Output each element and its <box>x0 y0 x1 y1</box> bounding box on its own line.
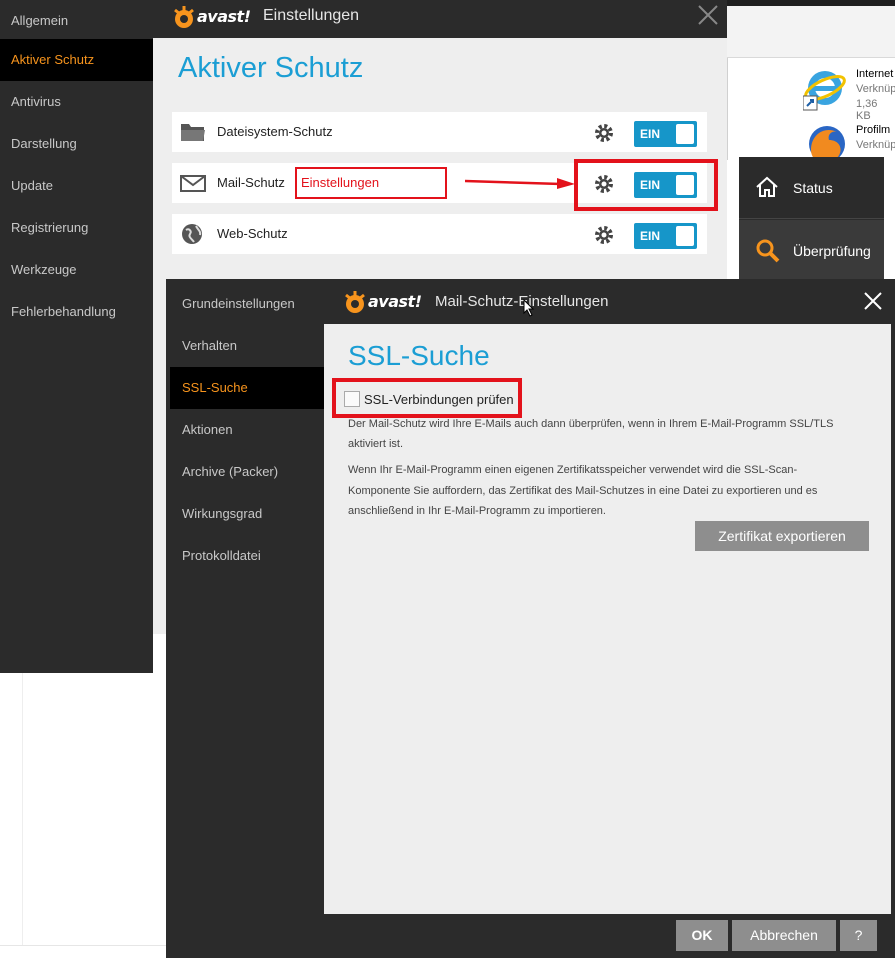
shield-label: Mail-Schutz <box>217 175 285 190</box>
shield-label: Dateisystem-Schutz <box>217 124 333 139</box>
dialog-nav-protokolldatei[interactable]: Protokolldatei <box>170 535 324 577</box>
column-divider <box>22 673 23 945</box>
shield-label: Web-Schutz <box>217 226 288 241</box>
annotation-highlight-box <box>574 159 718 211</box>
dialog-nav-archive[interactable]: Archive (Packer) <box>170 451 324 493</box>
file-name[interactable]: Internet <box>856 68 893 80</box>
dialog-nav-ssl-suche[interactable]: SSL-Suche <box>170 367 324 409</box>
export-certificate-button[interactable]: Zertifikat exportieren <box>695 521 869 551</box>
nav-scan-label: Überprüfung <box>793 243 871 259</box>
avast-wordmark: avast! <box>368 291 422 311</box>
sidebar-item-registrierung[interactable]: Registrierung <box>0 207 153 249</box>
annotation-arrow <box>464 176 577 190</box>
avast-ball-icon <box>342 289 366 313</box>
file-size: 1,36 KB <box>856 98 878 122</box>
avast-logo: avast! <box>171 4 251 28</box>
close-icon[interactable] <box>697 4 719 26</box>
description-text: aktiviert ist. <box>348 438 404 450</box>
file-type: Verknüp <box>856 139 895 151</box>
nav-status-label: Status <box>793 180 833 196</box>
description-text: anschließend in Ihr E-Mail-Programm zu i… <box>348 505 606 517</box>
file-name[interactable]: Profilm <box>856 124 890 136</box>
sidebar-item-aktiver-schutz[interactable]: Aktiver Schutz <box>0 39 153 81</box>
shield-toggle[interactable]: EIN <box>634 121 697 147</box>
ie-icon[interactable] <box>802 66 847 112</box>
gear-icon[interactable] <box>594 225 614 245</box>
dialog-nav-grundeinstellungen[interactable]: Grundeinstellungen <box>170 283 324 325</box>
dialog-title: Mail-Schutz-Einstellungen <box>435 293 609 310</box>
help-button[interactable]: ? <box>840 920 877 951</box>
cancel-button[interactable]: Abbrechen <box>732 920 836 951</box>
sidebar-item-darstellung[interactable]: Darstellung <box>0 123 153 165</box>
settings-sidebar: Allgemein Aktiver Schutz Antivirus Darst… <box>0 0 153 673</box>
nav-status[interactable]: Status <box>739 157 884 219</box>
toggle-knob <box>676 226 694 246</box>
sidebar-item-allgemein[interactable]: Allgemein <box>0 0 153 42</box>
file-type: Verknüp <box>856 83 895 95</box>
sidebar-item-update[interactable]: Update <box>0 165 153 207</box>
explorer-toolbar <box>727 6 895 58</box>
sidebar-item-werkzeuge[interactable]: Werkzeuge <box>0 249 153 291</box>
firefox-icon[interactable] <box>803 122 849 162</box>
description-text: Wenn Ihr E-Mail-Programm einen eigenen Z… <box>348 464 798 476</box>
search-icon <box>755 238 781 264</box>
sidebar-item-antivirus[interactable]: Antivirus <box>0 81 153 123</box>
avast-ball-icon <box>171 4 195 28</box>
description-text: Der Mail-Schutz wird Ihre E-Mails auch d… <box>348 418 834 430</box>
home-icon <box>755 175 779 199</box>
globe-icon <box>180 222 206 246</box>
nav-scan[interactable]: Überprüfung <box>739 220 884 280</box>
shield-toggle[interactable]: EIN <box>634 223 697 249</box>
folder-icon <box>180 120 206 144</box>
toggle-label: EIN <box>640 127 661 141</box>
avast-wordmark: avast! <box>197 6 251 26</box>
dialog-nav-aktionen[interactable]: Aktionen <box>170 409 324 451</box>
envelope-icon <box>180 171 206 195</box>
annotation-label: Einstellungen <box>295 167 447 199</box>
mouse-cursor-icon <box>523 298 535 317</box>
shield-row-web: Web-Schutz EIN <box>172 214 707 254</box>
ok-button[interactable]: OK <box>676 920 728 951</box>
dialog-nav-verhalten[interactable]: Verhalten <box>170 325 324 367</box>
page-title: Aktiver Schutz <box>178 52 364 84</box>
section-heading: SSL-Suche <box>348 340 490 371</box>
toggle-knob <box>676 124 694 144</box>
shield-row-dateisystem: Dateisystem-Schutz EIN <box>172 112 707 152</box>
toggle-label: EIN <box>640 229 661 243</box>
settings-title: Einstellungen <box>263 7 360 24</box>
gear-icon[interactable] <box>594 123 614 143</box>
close-icon[interactable] <box>862 290 884 312</box>
avast-logo: avast! <box>342 289 422 313</box>
annotation-highlight-box <box>332 378 522 418</box>
background-list-footer <box>0 945 166 958</box>
description-text: Komponente Sie auffordern, das Zertifika… <box>348 485 818 497</box>
sidebar-item-fehlerbehandlung[interactable]: Fehlerbehandlung <box>0 291 153 333</box>
dialog-nav-wirkungsgrad[interactable]: Wirkungsgrad <box>170 493 324 535</box>
background-window <box>0 673 166 958</box>
